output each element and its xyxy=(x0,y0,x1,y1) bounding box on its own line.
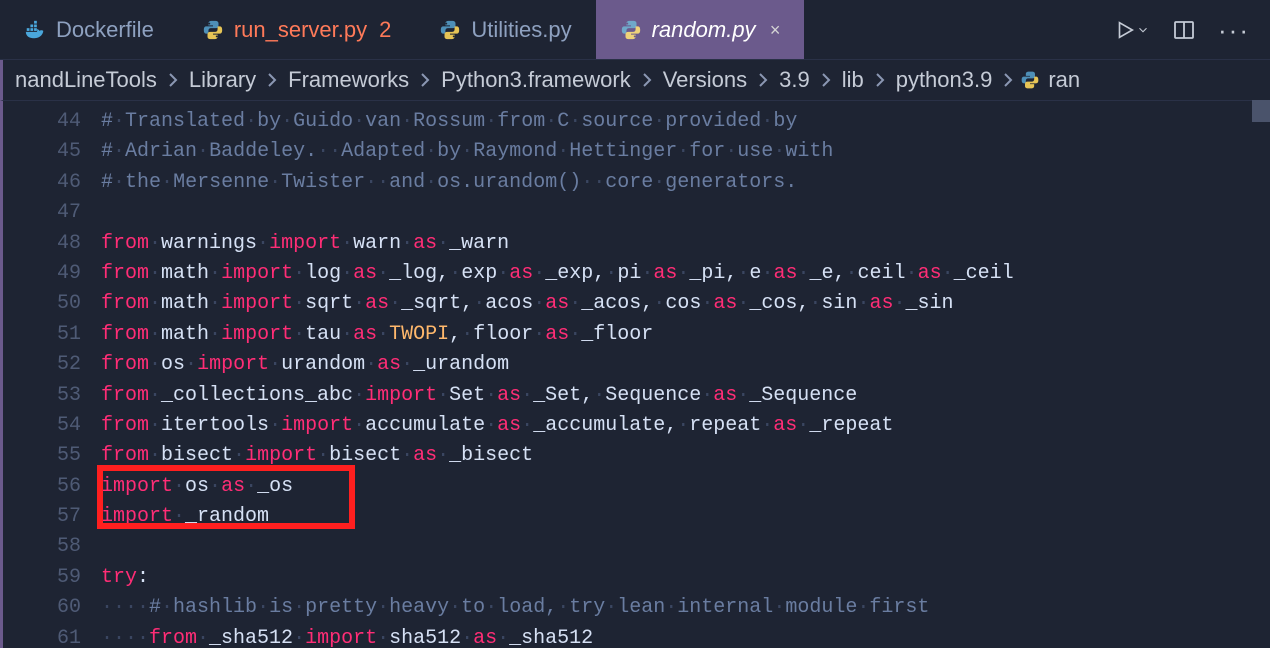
breadcrumb-item[interactable]: nandLineTools xyxy=(11,67,161,93)
tab-random[interactable]: random.py × xyxy=(596,0,804,60)
close-icon[interactable]: × xyxy=(770,20,781,41)
chevron-right-icon xyxy=(868,73,892,87)
chevron-right-icon xyxy=(814,73,838,87)
scrollbar-thumb[interactable] xyxy=(1252,100,1270,122)
split-editor-button[interactable] xyxy=(1172,18,1196,42)
breadcrumb-item[interactable]: Frameworks xyxy=(284,67,413,93)
breadcrumb-item[interactable]: lib xyxy=(838,67,868,93)
breadcrumb-item[interactable]: Versions xyxy=(659,67,751,93)
tab-utilities[interactable]: Utilities.py xyxy=(415,0,595,60)
python-icon xyxy=(620,19,642,41)
python-icon xyxy=(439,19,461,41)
more-actions-button[interactable]: ··· xyxy=(1218,15,1250,46)
python-icon xyxy=(1020,70,1040,90)
breadcrumb-item[interactable]: python3.9 xyxy=(892,67,997,93)
chevron-right-icon xyxy=(996,73,1020,87)
breadcrumb-file[interactable]: ran xyxy=(1044,67,1084,93)
breadcrumb: nandLineTools Library Frameworks Python3… xyxy=(0,60,1270,100)
run-button[interactable] xyxy=(1114,19,1150,41)
chevron-right-icon xyxy=(751,73,775,87)
tab-label: Dockerfile xyxy=(56,17,154,43)
tab-bar: Dockerfile run_server.py 2 Utilities.py … xyxy=(0,0,1270,60)
tab-label: Utilities.py xyxy=(471,17,571,43)
chevron-right-icon xyxy=(260,73,284,87)
breadcrumb-item[interactable]: 3.9 xyxy=(775,67,814,93)
modified-badge: 2 xyxy=(379,17,391,43)
tab-underline xyxy=(0,59,1270,60)
chevron-right-icon xyxy=(161,73,185,87)
line-number-gutter: 444546474849505152535455565758596061 xyxy=(3,101,101,648)
tab-label: random.py xyxy=(652,17,756,43)
chevron-right-icon xyxy=(413,73,437,87)
code-content[interactable]: #·Translated·by·Guido·van·Rossum·from·C·… xyxy=(101,101,1270,648)
tab-dockerfile[interactable]: Dockerfile xyxy=(0,0,178,60)
chevron-right-icon xyxy=(635,73,659,87)
breadcrumb-item[interactable]: Library xyxy=(185,67,260,93)
docker-icon xyxy=(24,19,46,41)
python-icon xyxy=(202,19,224,41)
breadcrumb-item[interactable]: Python3.framework xyxy=(437,67,635,93)
tab-label: run_server.py xyxy=(234,17,367,43)
editor-actions: ··· xyxy=(1094,0,1270,60)
tab-run-server[interactable]: run_server.py 2 xyxy=(178,0,416,60)
code-editor[interactable]: 444546474849505152535455565758596061 #·T… xyxy=(0,100,1270,648)
